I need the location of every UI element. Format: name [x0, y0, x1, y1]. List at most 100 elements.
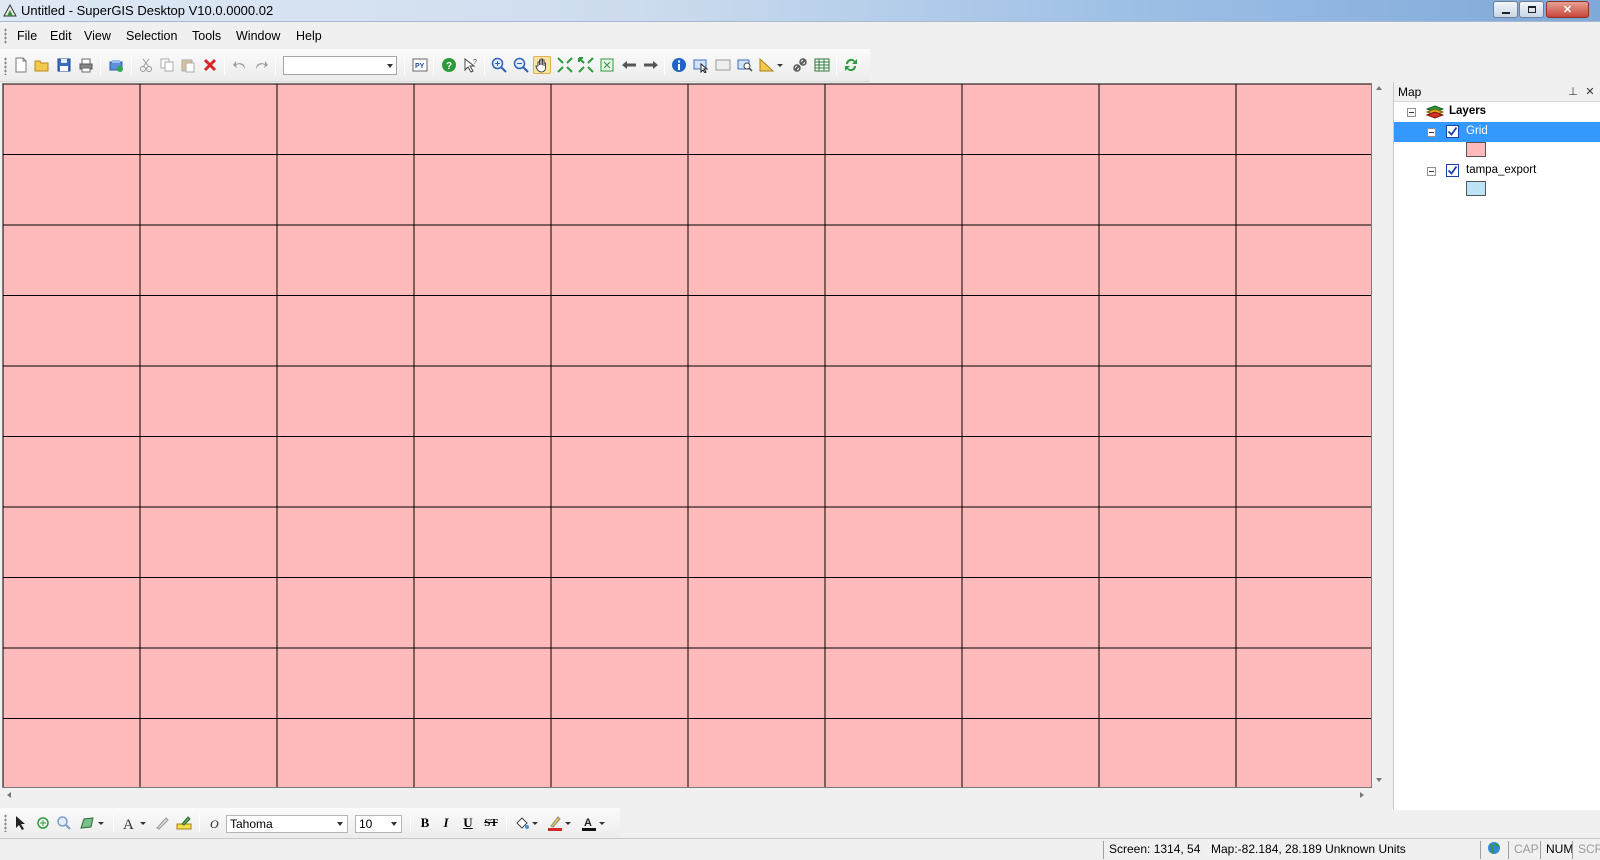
grid-cell[interactable] [550, 647, 689, 719]
grid-cell[interactable] [3, 718, 141, 789]
grid-cell[interactable] [139, 224, 278, 296]
full-extent-icon[interactable] [598, 56, 616, 74]
menu-window[interactable]: Window [236, 29, 280, 43]
grid-cell[interactable] [3, 647, 141, 719]
zoom-in-icon[interactable] [490, 56, 508, 74]
grid-cell[interactable] [1235, 436, 1372, 508]
grid-cell[interactable] [3, 84, 141, 155]
grid-cell[interactable] [276, 647, 415, 719]
grid-cell[interactable] [824, 577, 963, 649]
grid-cell[interactable] [824, 436, 963, 508]
highlight-icon[interactable] [175, 814, 193, 832]
grid-cell[interactable] [961, 506, 1100, 578]
edit-vertices-icon[interactable] [153, 814, 171, 832]
grid-cell[interactable] [1235, 154, 1372, 226]
grid-cell[interactable] [550, 224, 689, 296]
grid-cell[interactable] [1235, 295, 1372, 367]
grid-cell[interactable] [961, 154, 1100, 226]
hyperlink-icon[interactable] [791, 56, 809, 74]
undo-icon[interactable] [231, 56, 249, 74]
select-features-icon[interactable] [692, 56, 710, 74]
menu-tools[interactable]: Tools [192, 29, 221, 43]
refresh-icon[interactable] [842, 56, 860, 74]
grid-cell[interactable] [139, 295, 278, 367]
menu-view[interactable]: View [84, 29, 111, 43]
grid-cell[interactable] [3, 224, 141, 296]
measure-icon[interactable] [758, 56, 776, 74]
grid-cell[interactable] [824, 84, 963, 155]
grid-cell[interactable] [413, 365, 552, 437]
grid-cell[interactable] [824, 224, 963, 296]
grid-cell[interactable] [824, 506, 963, 578]
menu-file[interactable]: File [17, 29, 37, 43]
map-horizontal-scrollbar[interactable] [2, 788, 1372, 802]
grid-cell[interactable] [3, 506, 141, 578]
whats-this-icon[interactable]: ? [462, 56, 480, 74]
grid-cell[interactable] [687, 436, 826, 508]
menu-selection[interactable]: Selection [126, 29, 177, 43]
layer-visibility-checkbox[interactable] [1446, 164, 1459, 177]
chevron-down-icon[interactable] [563, 814, 573, 832]
map-scale-combo[interactable] [283, 56, 397, 75]
collapse-icon[interactable] [1427, 167, 1436, 176]
add-data-icon[interactable] [107, 56, 125, 74]
grid-cell[interactable] [413, 506, 552, 578]
underline-button[interactable]: U [459, 814, 477, 832]
pin-icon[interactable]: ⊥ [1566, 84, 1580, 98]
grid-cell[interactable] [276, 365, 415, 437]
grid-cell[interactable] [413, 577, 552, 649]
grid-cell[interactable] [139, 577, 278, 649]
open-folder-icon[interactable] [33, 56, 51, 74]
redo-icon[interactable] [252, 56, 270, 74]
grid-cell[interactable] [276, 84, 415, 155]
fill-color-icon[interactable] [513, 814, 531, 832]
grid-cell[interactable] [3, 436, 141, 508]
grid-cell[interactable] [276, 577, 415, 649]
identify-icon[interactable] [670, 56, 688, 74]
grid-cell[interactable] [1235, 647, 1372, 719]
grid-cell[interactable] [139, 154, 278, 226]
grid-cell[interactable] [687, 506, 826, 578]
grid-cell[interactable] [550, 295, 689, 367]
font-name-combo[interactable]: Tahoma [226, 815, 348, 833]
grid-cell[interactable] [276, 295, 415, 367]
grid-cell[interactable] [1098, 295, 1237, 367]
grid-cell[interactable] [139, 365, 278, 437]
map-view[interactable] [2, 83, 1372, 788]
zoom-out-icon[interactable] [512, 56, 530, 74]
grid-cell[interactable] [961, 365, 1100, 437]
grid-cell[interactable] [1098, 718, 1237, 789]
drawing-toolbar-grip[interactable] [4, 814, 7, 832]
text-tool-icon[interactable]: A [120, 814, 138, 832]
grid-cell[interactable] [3, 577, 141, 649]
scroll-up-icon[interactable] [1376, 86, 1382, 90]
map-vertical-scrollbar[interactable] [1372, 83, 1386, 788]
scroll-right-icon[interactable] [1360, 792, 1364, 798]
grid-cell[interactable] [413, 84, 552, 155]
close-button[interactable]: ✕ [1546, 1, 1589, 18]
grid-cell[interactable] [687, 718, 826, 789]
fixed-zoom-out-icon[interactable] [577, 56, 595, 74]
grid-cell[interactable] [961, 577, 1100, 649]
grid-cell[interactable] [1235, 224, 1372, 296]
grid-cell[interactable] [1235, 84, 1372, 155]
grid-cell[interactable] [824, 154, 963, 226]
grid-cell[interactable] [413, 154, 552, 226]
italic-button[interactable]: I [437, 814, 455, 832]
grid-cell[interactable] [3, 295, 141, 367]
grid-cell[interactable] [1098, 365, 1237, 437]
grid-cell[interactable] [687, 154, 826, 226]
grid-cell[interactable] [824, 295, 963, 367]
chevron-down-icon[interactable] [597, 814, 607, 832]
attribute-table-icon[interactable] [813, 56, 831, 74]
grid-cell[interactable] [1098, 506, 1237, 578]
grid-cell[interactable] [687, 365, 826, 437]
grid-cell[interactable] [1098, 84, 1237, 155]
pan-hand-icon[interactable] [533, 56, 551, 74]
grid-cell[interactable] [276, 506, 415, 578]
grid-cell[interactable] [687, 577, 826, 649]
grid-cell[interactable] [1098, 224, 1237, 296]
grid-cell[interactable] [413, 295, 552, 367]
grid-cell[interactable] [687, 224, 826, 296]
grid-cell[interactable] [687, 295, 826, 367]
